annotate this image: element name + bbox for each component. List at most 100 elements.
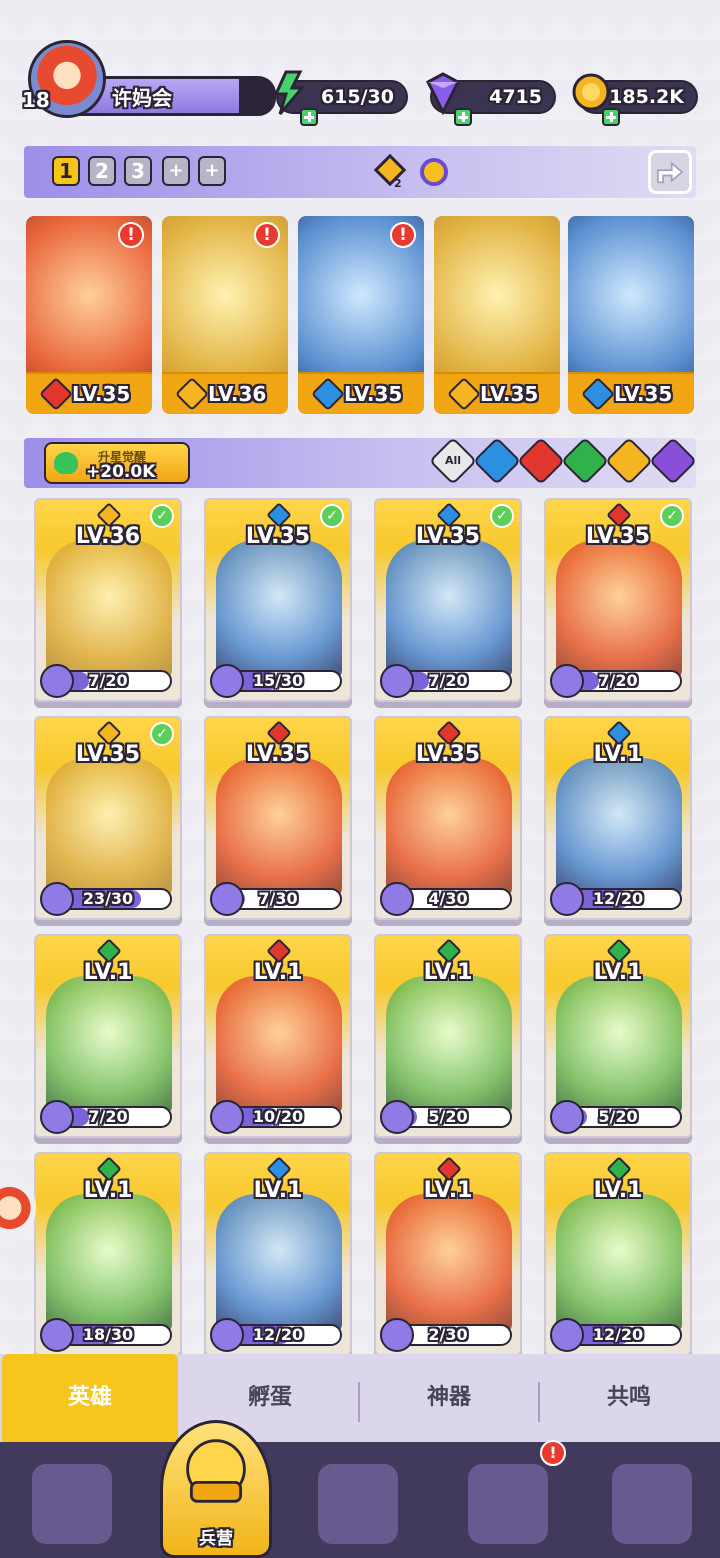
filter-light-icon[interactable] — [604, 436, 654, 486]
team-hero-card[interactable]: LV.35 — [434, 216, 560, 414]
level-band: LV.36 — [162, 372, 288, 414]
hero-portrait — [216, 540, 342, 680]
hero-card[interactable]: LV.1 12/20 — [204, 1152, 352, 1356]
tab-resonance[interactable]: 共鸣 — [540, 1354, 718, 1442]
player-level: 18 — [22, 88, 50, 112]
hero-level: LV.35 — [415, 524, 481, 549]
team-hero-card[interactable]: LV.35 — [568, 216, 694, 414]
fragment-count: 12/20 — [592, 889, 644, 908]
hero-level: LV.1 — [83, 1178, 133, 1203]
tab-artifacts[interactable]: 神器 — [360, 1354, 538, 1442]
player-profile[interactable]: 18 许妈会 — [22, 40, 276, 118]
fragment-count: 2/30 — [428, 1325, 468, 1344]
hero-card[interactable]: LV.36 ✓ 7/20 — [34, 498, 182, 702]
filter-fire-icon[interactable] — [516, 436, 566, 486]
fragment-count: 7/20 — [88, 671, 128, 690]
filter-all[interactable]: All — [428, 436, 478, 486]
level-band: LV.35 — [298, 372, 424, 414]
hero-card[interactable]: LV.35 7/30 — [204, 716, 352, 920]
top-bar: 18 许妈会 615/30 4715 185.2K — [0, 38, 720, 128]
mushroom-house-icon[interactable] — [612, 1464, 692, 1544]
coin-counter[interactable]: 185.2K — [572, 73, 698, 126]
hero-portrait — [386, 1194, 512, 1334]
fragment-progress: 12/20 — [210, 1318, 342, 1352]
fragment-count: 18/30 — [82, 1325, 134, 1344]
hero-portrait — [46, 976, 172, 1116]
team-tab-3[interactable]: 3 — [124, 156, 152, 186]
hero-card[interactable]: LV.1 5/20 — [544, 934, 692, 1138]
awakening-button[interactable]: 升星觉醒 +20.0K — [44, 442, 190, 484]
hero-level: LV.1 — [593, 960, 643, 985]
alert-badge: ! — [390, 222, 416, 248]
hero-card[interactable]: LV.35 ✓ 23/30 — [34, 716, 182, 920]
fragment-count: 5/20 — [428, 1107, 468, 1126]
hero-level: LV.35 — [245, 742, 311, 767]
energy-counter[interactable]: 615/30 — [273, 70, 408, 126]
fragment-count: 10/20 — [252, 1107, 304, 1126]
hero-portrait — [216, 758, 342, 898]
team-hero-card[interactable]: LV.36! — [162, 216, 288, 414]
search-icon[interactable] — [420, 158, 448, 186]
bottom-nav — [0, 1442, 720, 1558]
hero-portrait — [386, 976, 512, 1116]
castle-icon[interactable] — [468, 1464, 548, 1544]
add-coin-icon[interactable] — [602, 108, 620, 126]
hero-portrait — [556, 1194, 682, 1334]
hero-card[interactable]: LV.35 4/30 — [374, 716, 522, 920]
filter-dark-icon[interactable] — [648, 436, 698, 486]
check-icon: ✓ — [320, 504, 344, 528]
hero-level: LV.35 — [415, 742, 481, 767]
hero-level: LV.35 — [72, 382, 131, 406]
hero-level: LV.36 — [208, 382, 267, 406]
fragment-count: 7/20 — [598, 671, 638, 690]
hero-card[interactable]: LV.1 7/20 — [34, 934, 182, 1138]
fragment-progress: 18/30 — [40, 1318, 172, 1352]
add-team-tab-1[interactable]: + — [162, 156, 190, 186]
hero-level: LV.35 — [614, 382, 673, 406]
side-avatar-button[interactable] — [0, 1170, 36, 1246]
hero-card[interactable]: LV.1 12/20 — [544, 1152, 692, 1356]
fragment-count: 7/30 — [258, 889, 298, 908]
team-tab-2[interactable]: 2 — [88, 156, 116, 186]
nav-barracks-label: 兵营 — [199, 1529, 233, 1549]
add-energy-icon[interactable] — [300, 108, 318, 126]
hero-card[interactable]: LV.1 2/30 — [374, 1152, 522, 1356]
hero-card[interactable]: LV.35 ✓ 7/20 — [374, 498, 522, 702]
fragment-count: 12/20 — [252, 1325, 304, 1344]
team-element-badge-icon[interactable]: 2 — [372, 154, 408, 190]
fragment-progress: 4/30 — [380, 882, 512, 916]
gem-value: 4715 — [489, 86, 542, 108]
fragment-count: 4/30 — [428, 889, 468, 908]
hero-card[interactable]: LV.1 18/30 — [34, 1152, 182, 1356]
hero-level: LV.35 — [75, 742, 141, 767]
tab-heroes[interactable]: 英雄 — [2, 1354, 178, 1442]
fragment-progress: 7/30 — [210, 882, 342, 916]
hero-grid: LV.36 ✓ 7/20 LV.35 ✓ 15/30 LV.35 ✓ 7/20 LV.35 ✓ 7/2… — [34, 498, 694, 1358]
team-hero-card[interactable]: LV.35! — [26, 216, 152, 414]
energy-value: 615/30 — [320, 86, 394, 108]
level-band: LV.35 — [568, 372, 694, 414]
add-gem-icon[interactable] — [454, 108, 472, 126]
team-hero-card[interactable]: LV.35! — [298, 216, 424, 414]
fragment-progress: 7/20 — [550, 664, 682, 698]
fragment-count: 23/30 — [82, 889, 134, 908]
cards-icon[interactable] — [32, 1464, 112, 1544]
team-badge-count: 2 — [394, 177, 402, 190]
hero-card[interactable]: LV.1 12/20 — [544, 716, 692, 920]
alert-badge: ! — [254, 222, 280, 248]
share-icon[interactable] — [648, 150, 692, 194]
light-element-icon — [447, 377, 481, 411]
hero-card[interactable]: LV.35 ✓ 7/20 — [544, 498, 692, 702]
filter-water-icon[interactable] — [472, 436, 522, 486]
hero-portrait — [386, 540, 512, 680]
nav-barracks[interactable]: 兵营 — [160, 1420, 272, 1558]
map-book-icon[interactable] — [318, 1464, 398, 1544]
hero-card[interactable]: LV.35 ✓ 15/30 — [204, 498, 352, 702]
gem-counter[interactable]: 4715 — [426, 72, 556, 126]
add-team-tab-2[interactable]: + — [198, 156, 226, 186]
team-tab-1[interactable]: 1 — [52, 156, 80, 186]
hero-card[interactable]: LV.1 10/20 — [204, 934, 352, 1138]
hero-level: LV.35 — [245, 524, 311, 549]
hero-card[interactable]: LV.1 5/20 — [374, 934, 522, 1138]
filter-earth-icon[interactable] — [560, 436, 610, 486]
